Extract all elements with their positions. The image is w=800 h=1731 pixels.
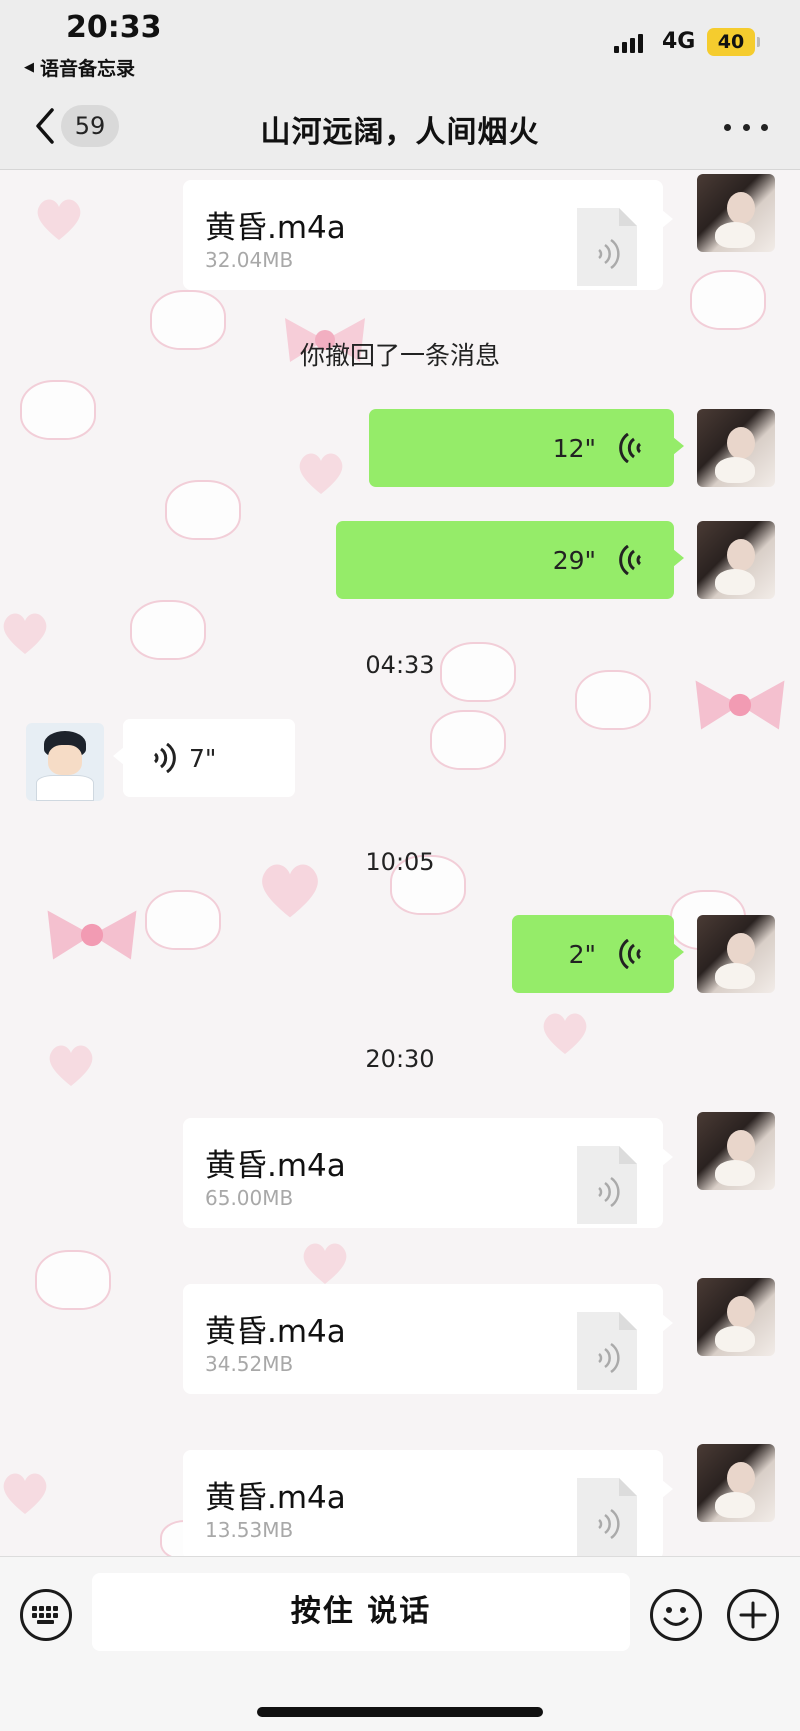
voice-duration: 29" [552, 545, 596, 575]
more-functions-button[interactable] [727, 1589, 779, 1641]
kitty-decor [165, 480, 241, 540]
my-avatar[interactable] [697, 915, 775, 993]
input-bar: 按住 说话 [0, 1556, 800, 1731]
emoji-button[interactable] [650, 1589, 702, 1641]
audio-file-icon [577, 208, 637, 286]
voice-message[interactable]: 7" [113, 719, 295, 797]
my-avatar[interactable] [697, 174, 775, 252]
file-message[interactable]: 黄昏.m4a 32.04MB [183, 180, 673, 290]
keyboard-icon [32, 1606, 58, 1624]
plus-icon [739, 1601, 767, 1629]
heart-decor-icon [299, 453, 343, 494]
file-message[interactable]: 黄昏.m4a 34.52MB [183, 1284, 673, 1394]
status-time: 20:33 [66, 10, 162, 45]
chat-area[interactable]: 黄昏.m4a 32.04MB 你撤回了一条消息 12" 29" 04:33 7"… [0, 170, 800, 1556]
bow-decor-icon [47, 910, 137, 960]
recall-notice: 你撤回了一条消息 [299, 341, 500, 370]
file-name: 黄昏.m4a [205, 1480, 346, 1516]
kitty-decor [430, 710, 506, 770]
timestamp: 04:33 [365, 651, 435, 679]
file-size: 32.04MB [205, 248, 294, 272]
heart-decor-icon [3, 1473, 47, 1514]
voice-message[interactable]: 12" [369, 409, 684, 487]
heart-decor-icon [303, 1243, 347, 1284]
back-triangle-icon: ◀ [24, 60, 34, 75]
heart-decor-icon [37, 199, 81, 240]
contact-avatar[interactable] [26, 723, 104, 801]
kitty-decor [20, 380, 96, 440]
home-indicator [257, 1707, 543, 1717]
kitty-decor [35, 1250, 111, 1310]
bow-decor-icon [695, 680, 785, 730]
signal-icon [614, 33, 643, 53]
back-to-app[interactable]: ◀ 语音备忘录 [24, 54, 135, 81]
kitty-decor [145, 890, 221, 950]
voice-wave-icon [619, 939, 642, 969]
file-size: 13.53MB [205, 1518, 294, 1542]
file-name: 黄昏.m4a [205, 1148, 346, 1184]
voice-message[interactable]: 29" [336, 521, 684, 599]
audio-file-icon [577, 1312, 637, 1390]
emoji-icon [663, 1607, 689, 1626]
audio-file-icon [577, 1478, 637, 1556]
battery-icon: 40 [707, 28, 760, 56]
timestamp: 20:30 [365, 1045, 435, 1073]
kitty-decor [575, 670, 651, 730]
voice-wave-icon [153, 743, 176, 773]
file-name: 黄昏.m4a [205, 210, 346, 246]
kitty-decor [690, 270, 766, 330]
my-avatar[interactable] [697, 1444, 775, 1522]
chat-title: 山河远阔，人间烟火 [260, 115, 540, 150]
heart-decor-icon [3, 613, 47, 654]
file-size: 65.00MB [205, 1186, 294, 1210]
file-name: 黄昏.m4a [205, 1314, 346, 1350]
more-dots-icon [724, 123, 731, 131]
file-message[interactable]: 黄昏.m4a 65.00MB [183, 1118, 673, 1228]
my-avatar[interactable] [697, 1112, 775, 1190]
timestamp: 10:05 [365, 848, 435, 876]
audio-file-icon [577, 1146, 637, 1224]
network-label: 4G [662, 29, 696, 54]
voice-duration: 7" [189, 743, 217, 773]
my-avatar[interactable] [697, 1278, 775, 1356]
file-message[interactable]: 黄昏.m4a 13.53MB [183, 1450, 673, 1556]
file-size: 34.52MB [205, 1352, 294, 1376]
top-bar: 20:33 ◀ 语音备忘录 4G 40 59 山河远阔，人间烟火 [0, 0, 800, 170]
voice-message[interactable]: 2" [512, 915, 684, 993]
voice-wave-icon [619, 545, 642, 575]
hold-to-talk-button[interactable]: 按住 说话 [92, 1573, 630, 1651]
my-avatar[interactable] [697, 409, 775, 487]
voice-wave-icon [619, 433, 642, 463]
more-button[interactable] [724, 110, 768, 144]
my-avatar[interactable] [697, 521, 775, 599]
voice-duration: 12" [552, 433, 596, 463]
voice-duration: 2" [568, 939, 596, 969]
back-app-label: 语音备忘录 [40, 58, 136, 80]
keyboard-button[interactable] [20, 1589, 72, 1641]
